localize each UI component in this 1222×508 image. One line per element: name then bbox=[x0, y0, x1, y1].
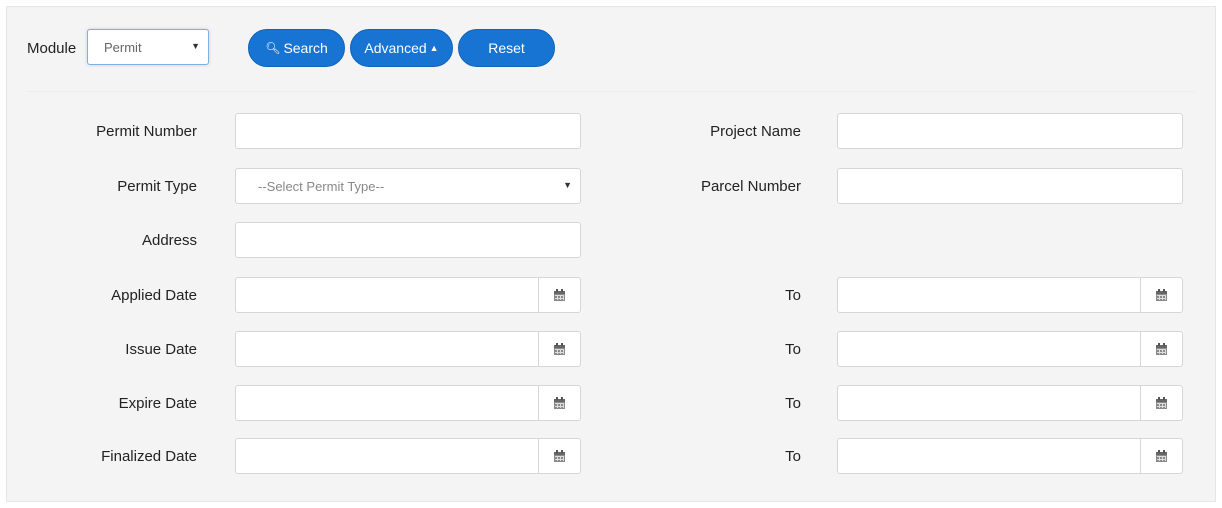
issue-date-label: Issue Date bbox=[125, 341, 197, 358]
search-toolbar: Module Permit ▼ 🔍︎ Search Advanced ▲ Res… bbox=[7, 7, 1215, 91]
finalized-date-to bbox=[837, 438, 1183, 474]
applied-date-to-label: To bbox=[785, 287, 801, 304]
issue-date-to bbox=[837, 331, 1183, 367]
module-select-value: Permit bbox=[104, 40, 142, 55]
search-button[interactable]: 🔍︎ Search bbox=[248, 29, 345, 67]
finalized-date-from-calendar-button[interactable] bbox=[539, 438, 581, 474]
reset-button-label: Reset bbox=[488, 40, 525, 56]
expire-date-to-input[interactable] bbox=[837, 385, 1141, 421]
parcel-number-input[interactable] bbox=[837, 168, 1183, 204]
applied-date-to-calendar-button[interactable] bbox=[1141, 277, 1183, 313]
applied-date-to bbox=[837, 277, 1183, 313]
issue-date-from-calendar-button[interactable] bbox=[539, 331, 581, 367]
finalized-date-from bbox=[235, 438, 581, 474]
caret-up-icon: ▲ bbox=[429, 43, 439, 53]
calendar-icon bbox=[1156, 449, 1167, 462]
advanced-button[interactable]: Advanced ▲ bbox=[350, 29, 453, 67]
permit-type-placeholder: --Select Permit Type-- bbox=[258, 179, 385, 194]
permit-number-label: Permit Number bbox=[96, 123, 197, 140]
issue-date-to-label: To bbox=[785, 341, 801, 358]
permit-type-label: Permit Type bbox=[117, 178, 197, 195]
module-select[interactable]: Permit ▼ bbox=[87, 29, 209, 65]
caret-down-icon: ▼ bbox=[563, 180, 572, 190]
calendar-icon bbox=[554, 342, 565, 355]
applied-date-from-calendar-button[interactable] bbox=[539, 277, 581, 313]
issue-date-from-input[interactable] bbox=[235, 331, 539, 367]
permit-number-input[interactable] bbox=[235, 113, 581, 149]
calendar-icon bbox=[1156, 288, 1167, 301]
project-name-label: Project Name bbox=[710, 123, 801, 140]
expire-date-to bbox=[837, 385, 1183, 421]
applied-date-label: Applied Date bbox=[111, 287, 197, 304]
calendar-icon bbox=[1156, 342, 1167, 355]
project-name-input[interactable] bbox=[837, 113, 1183, 149]
expire-date-from-input[interactable] bbox=[235, 385, 539, 421]
caret-down-icon: ▼ bbox=[191, 41, 200, 51]
issue-date-from bbox=[235, 331, 581, 367]
address-input[interactable] bbox=[235, 222, 581, 258]
module-label: Module bbox=[27, 40, 77, 57]
finalized-date-to-input[interactable] bbox=[837, 438, 1141, 474]
toolbar-divider bbox=[27, 91, 1195, 92]
finalized-date-label: Finalized Date bbox=[101, 448, 197, 465]
reset-button[interactable]: Reset bbox=[458, 29, 555, 67]
advanced-button-label: Advanced bbox=[364, 40, 427, 56]
finalized-date-to-label: To bbox=[785, 448, 801, 465]
issue-date-to-calendar-button[interactable] bbox=[1141, 331, 1183, 367]
search-panel: Module Permit ▼ 🔍︎ Search Advanced ▲ Res… bbox=[6, 6, 1216, 502]
calendar-icon bbox=[554, 288, 565, 301]
issue-date-to-input[interactable] bbox=[837, 331, 1141, 367]
search-button-label: Search bbox=[283, 40, 328, 56]
expire-date-label: Expire Date bbox=[118, 395, 197, 412]
expire-date-to-calendar-button[interactable] bbox=[1141, 385, 1183, 421]
applied-date-from-input[interactable] bbox=[235, 277, 539, 313]
parcel-number-label: Parcel Number bbox=[700, 178, 801, 195]
finalized-date-from-input[interactable] bbox=[235, 438, 539, 474]
address-label: Address bbox=[141, 232, 197, 249]
calendar-icon bbox=[1156, 396, 1167, 409]
expire-date-from bbox=[235, 385, 581, 421]
applied-date-to-input[interactable] bbox=[837, 277, 1141, 313]
finalized-date-to-calendar-button[interactable] bbox=[1141, 438, 1183, 474]
expire-date-to-label: To bbox=[785, 395, 801, 412]
calendar-icon bbox=[554, 449, 565, 462]
expire-date-from-calendar-button[interactable] bbox=[539, 385, 581, 421]
applied-date-from bbox=[235, 277, 581, 313]
calendar-icon bbox=[554, 396, 565, 409]
permit-type-select[interactable]: --Select Permit Type-- ▼ bbox=[235, 168, 581, 204]
search-icon: 🔍︎ bbox=[265, 41, 281, 55]
